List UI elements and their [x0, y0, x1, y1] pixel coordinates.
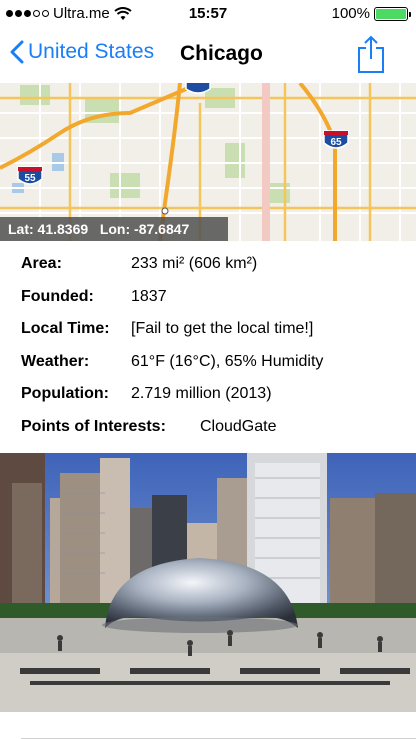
- area-label: Area:: [21, 255, 62, 272]
- share-icon: [358, 35, 384, 73]
- shield-label-55: 55: [24, 173, 36, 184]
- status-bar: Ultra.me 15:57 100%: [0, 0, 416, 28]
- info-row-poi: Points of Interests: CloudGate: [21, 411, 411, 444]
- local-time-value: [Fail to get the local time!]: [131, 320, 314, 337]
- battery-percent: 100%: [331, 5, 370, 22]
- population-value: 2.719 million (2013): [131, 385, 272, 402]
- city-info: Area: 233 mi² (606 km²) Founded: 1837 Lo…: [21, 248, 411, 443]
- founded-label: Founded:: [21, 287, 94, 305]
- poi-value[interactable]: CloudGate: [200, 411, 277, 444]
- chevron-left-icon: [10, 40, 24, 64]
- shield-label-65: 65: [330, 137, 342, 148]
- founded-value: 1837: [131, 287, 167, 305]
- interstate-shield-partial: [185, 83, 211, 94]
- back-button[interactable]: United States: [10, 40, 154, 64]
- page-title: Chicago: [180, 42, 263, 65]
- local-time-label: Local Time:: [21, 320, 110, 337]
- share-button[interactable]: [356, 34, 386, 79]
- navigation-bar: United States Chicago: [0, 28, 416, 83]
- status-right: 100%: [331, 5, 411, 22]
- back-button-label: United States: [28, 40, 155, 63]
- cloud-gate-image: [0, 453, 416, 712]
- weather-label: Weather:: [21, 352, 90, 370]
- city-map[interactable]: 55 65 Lat: 41.8369 Lon: -87.6847: [0, 83, 416, 241]
- info-row-weather: Weather: 61°F (16°C), 65% Humidity: [21, 346, 411, 379]
- weather-value: 61°F (16°C), 65% Humidity: [131, 352, 324, 370]
- coordinates-readout: Lat: 41.8369 Lon: -87.6847: [0, 217, 228, 241]
- population-label: Population:: [21, 385, 109, 402]
- poi-photo[interactable]: [0, 453, 416, 712]
- info-row-area: Area: 233 mi² (606 km²): [21, 248, 411, 281]
- battery-icon: [374, 6, 411, 21]
- area-value: 233 mi² (606 km²): [131, 255, 258, 272]
- poi-label: Points of Interests:: [21, 417, 166, 435]
- info-row-population: Population: 2.719 million (2013): [21, 378, 411, 411]
- info-row-founded: Founded: 1837: [21, 281, 411, 314]
- info-row-local-time: Local Time: [Fail to get the local time!…: [21, 313, 411, 346]
